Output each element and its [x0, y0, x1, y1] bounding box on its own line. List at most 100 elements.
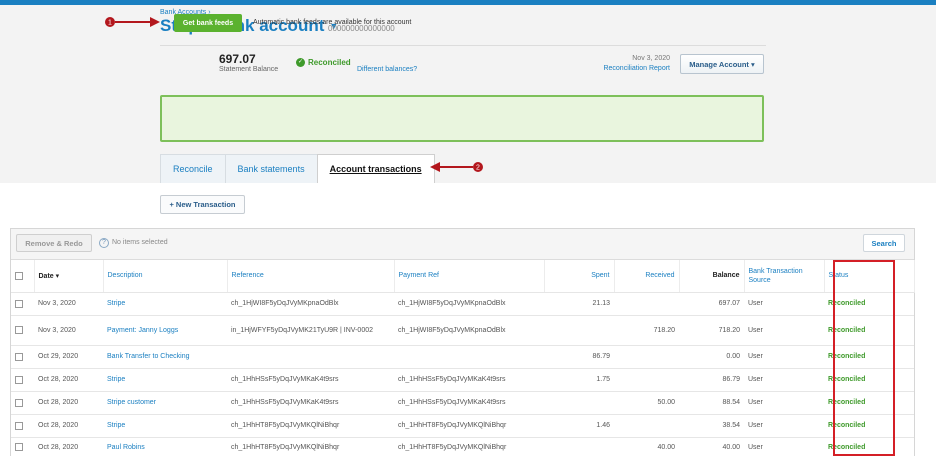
balance-cell: 40.00 [679, 437, 744, 456]
payment-ref-cell: ch_1HjWI8F5yDqJVyMKpnaOdBlx [394, 292, 544, 316]
description-cell[interactable]: Stripe [103, 292, 227, 316]
column-balance: Balance [679, 260, 745, 293]
description-cell[interactable]: Bank Transfer to Checking [103, 345, 227, 369]
table-row[interactable]: Oct 28, 2020 Stripe customer ch_1HhHSsF5yD… [11, 391, 914, 415]
reconciled-status: ✓ Reconciled [296, 58, 351, 67]
select-all-checkbox[interactable] [15, 271, 23, 280]
date-cell: Oct 28, 2020 [34, 437, 103, 456]
received-cell: 718.20 [614, 315, 679, 346]
column-description[interactable]: Description [103, 260, 228, 293]
annotation-number-2: 2 [476, 165, 480, 172]
check-icon: ✓ [296, 58, 305, 67]
date-cell: Nov 3, 2020 [34, 292, 103, 316]
payment-ref-cell: ch_1HjWI8F5yDqJVyMKpnaOdBlx [394, 315, 544, 346]
manage-account-button[interactable]: Manage Account ▾ [680, 54, 764, 74]
row-checkbox[interactable] [15, 375, 23, 384]
row-checkbox-cell [11, 292, 34, 316]
description-cell[interactable]: Stripe [103, 368, 227, 392]
payment-ref-cell: ch_1HhHSsF5yDqJVyMKaK4t9srs [394, 368, 544, 392]
row-checkbox[interactable] [15, 398, 23, 407]
divider [160, 45, 766, 46]
column-date[interactable]: Date ▾ [34, 260, 104, 293]
column-received[interactable]: Received [614, 260, 680, 293]
different-balances-link[interactable]: Different balances? [357, 66, 417, 73]
date-cell: Oct 28, 2020 [34, 414, 103, 438]
payment-ref-cell: ch_1HhHT8F5yDqJVyMKQlNiBhqr [394, 414, 544, 438]
row-checkbox-cell [11, 315, 34, 346]
table-row[interactable]: Nov 3, 2020 Payment: Janny Loggs in_1HjWFY… [11, 315, 914, 346]
spent-cell: 86.79 [544, 345, 614, 369]
date-cell: Oct 29, 2020 [34, 345, 103, 369]
tab-bank-statements[interactable]: Bank statements [224, 154, 318, 183]
table-row[interactable]: Nov 3, 2020 Stripe ch_1HjWI8F5yDqJVyMKpnaO… [11, 292, 914, 316]
reconciliation-report-link[interactable]: Reconciliation Report [603, 65, 670, 72]
column-spent[interactable]: Spent [544, 260, 615, 293]
selection-status: No items selected [112, 239, 168, 246]
payment-ref-cell [394, 345, 544, 369]
annotation-number-1: 1 [108, 20, 112, 27]
table-header-row: Date ▾ Description Reference Payment Ref… [11, 260, 915, 293]
row-checkbox[interactable] [15, 299, 23, 308]
received-cell: 40.00 [614, 437, 679, 456]
description-cell[interactable]: Payment: Janny Loggs [103, 315, 227, 346]
payment-ref-cell: ch_1HhHT8F5yDqJVyMKQlNiBhqr [394, 437, 544, 456]
column-reference[interactable]: Reference [227, 260, 395, 293]
date-cell: Oct 28, 2020 [34, 391, 103, 415]
reference-cell: ch_1HhHT8F5yDqJVyMKQlNiBhqr [227, 414, 394, 438]
search-button[interactable]: Search [863, 234, 905, 252]
bank-feeds-message: Automatic bank feeds are available for t… [253, 19, 412, 26]
date-cell: Oct 28, 2020 [34, 368, 103, 392]
tab-account-transactions[interactable]: Account transactions [316, 154, 435, 183]
account-tabs: Reconcile Bank statements Account transa… [160, 154, 435, 183]
description-cell[interactable]: Paul Robins [103, 437, 227, 456]
spent-cell [544, 437, 614, 456]
transactions-table: Date ▾ Description Reference Payment Ref… [11, 260, 915, 456]
annotation-arrow-2: 2 [430, 162, 483, 172]
source-cell: User [744, 292, 824, 316]
row-checkbox[interactable] [15, 352, 23, 361]
row-checkbox[interactable] [15, 326, 23, 334]
account-header-area [0, 5, 936, 183]
annotation-arrowhead-1 [150, 17, 160, 27]
reconciled-date: Nov 3, 2020 [632, 55, 670, 62]
table-row[interactable]: Oct 28, 2020 Stripe ch_1HhHSsF5yDqJVyMKaK4… [11, 368, 914, 392]
spent-cell: 21.13 [544, 292, 614, 316]
balance-cell: 88.54 [679, 391, 744, 415]
received-cell [614, 414, 679, 438]
table-row[interactable]: Oct 28, 2020 Stripe ch_1HhHT8F5yDqJVyMKQlN… [11, 414, 914, 438]
row-checkbox-cell [11, 368, 34, 392]
get-bank-feeds-button[interactable]: Get bank feeds [174, 14, 242, 32]
row-checkbox-cell [11, 437, 34, 456]
reference-cell: ch_1HhHSsF5yDqJVyMKaK4t9srs [227, 391, 394, 415]
help-icon[interactable]: ? [99, 238, 109, 248]
source-cell: User [744, 391, 824, 415]
table-row[interactable]: Oct 29, 2020 Bank Transfer to Checking 86.… [11, 345, 914, 369]
spent-cell [544, 391, 614, 415]
reference-cell [227, 345, 394, 369]
received-cell: 50.00 [614, 391, 679, 415]
balance-cell: 697.07 [679, 292, 744, 316]
reference-cell: ch_1HhHT8F5yDqJVyMKQlNiBhqr [227, 437, 394, 456]
row-checkbox-cell [11, 391, 34, 415]
row-checkbox-cell [11, 414, 34, 438]
row-checkbox[interactable] [15, 443, 23, 451]
balance-cell: 86.79 [679, 368, 744, 392]
tab-reconcile[interactable]: Reconcile [160, 154, 226, 183]
description-cell[interactable]: Stripe [103, 414, 227, 438]
bank-feeds-banner [160, 95, 764, 142]
source-cell: User [744, 345, 824, 369]
statement-balance-value: 697.07 [219, 52, 256, 66]
spent-cell: 1.46 [544, 414, 614, 438]
reference-cell: ch_1HhHSsF5yDqJVyMKaK4t9srs [227, 368, 394, 392]
row-checkbox[interactable] [15, 421, 23, 430]
source-cell: User [744, 315, 824, 346]
table-row[interactable]: Oct 28, 2020 Paul Robins ch_1HhHT8F5yDqJVy… [11, 437, 914, 456]
spent-cell: 1.75 [544, 368, 614, 392]
column-bank-transaction-source[interactable]: Bank Transaction Source [744, 260, 825, 293]
remove-redo-button[interactable]: Remove & Redo [16, 234, 92, 252]
new-transaction-button[interactable]: + New Transaction [160, 195, 245, 214]
transactions-body: Nov 3, 2020 Stripe ch_1HjWI8F5yDqJVyMKpnaO… [11, 292, 914, 456]
payment-ref-cell: ch_1HhHSsF5yDqJVyMKaK4t9srs [394, 391, 544, 415]
description-cell[interactable]: Stripe customer [103, 391, 227, 415]
column-payment-ref[interactable]: Payment Ref [394, 260, 545, 293]
